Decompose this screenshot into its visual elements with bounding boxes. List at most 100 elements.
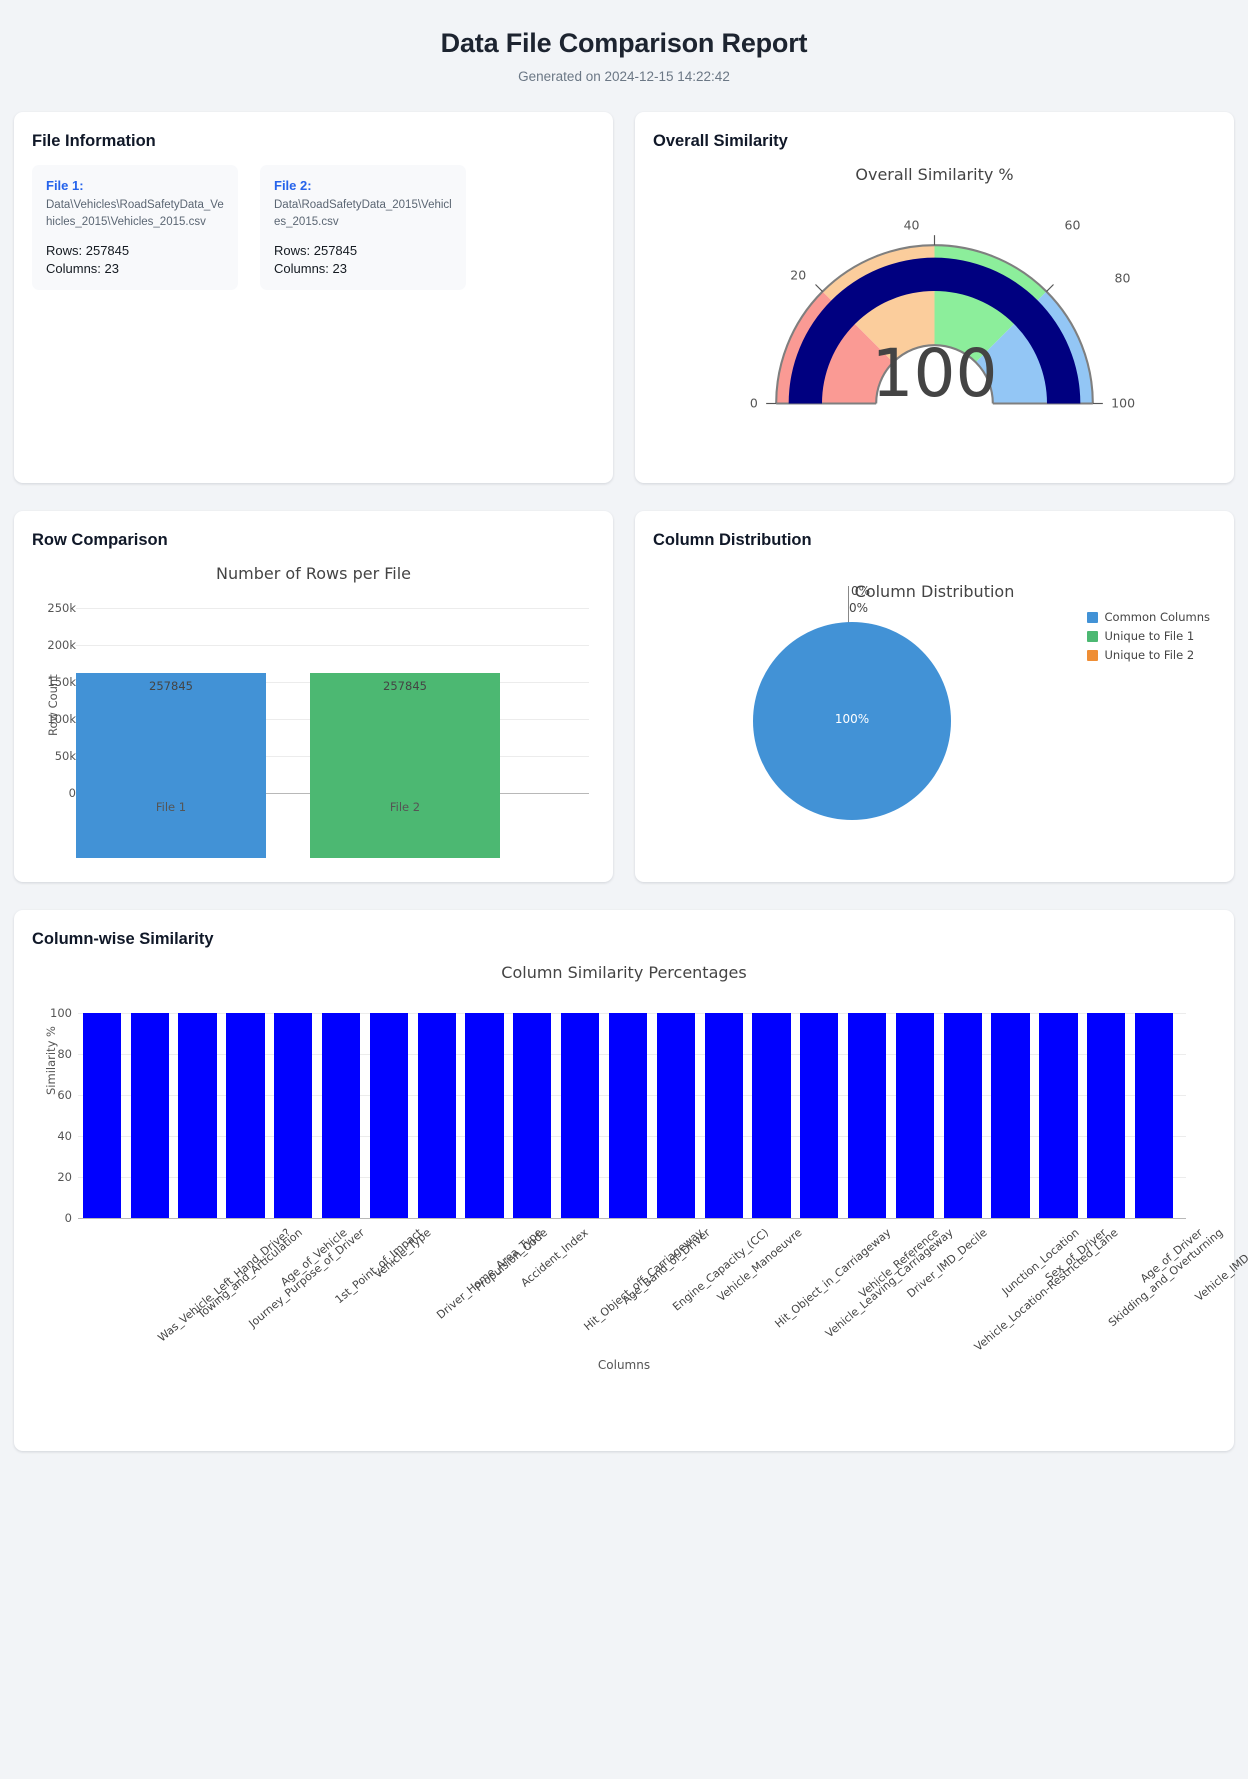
legend-item-unique-file2[interactable]: Unique to File 2	[1086, 648, 1210, 662]
file-1-columns: Columns: 23	[46, 261, 119, 277]
file-information-title: File Information	[32, 132, 156, 150]
row-2: Row Comparison Number of Rows per File R…	[14, 511, 1234, 882]
cs-ytick-20: 20	[57, 1170, 72, 1184]
file-information-card: File Information File 1: Data\Vehicles\R…	[14, 112, 613, 483]
file-2-stats: Rows: 257845 Columns: 23	[274, 243, 452, 276]
pie-legend: Common Columns Unique to File 1 Unique t…	[1086, 610, 1210, 667]
cs-ytick-0: 0	[64, 1211, 72, 1225]
file-box-1: File 1: Data\Vehicles\RoadSafetyData_Veh…	[32, 165, 238, 291]
cs-bar	[608, 1013, 648, 1218]
cs-bar	[465, 1013, 504, 1218]
column-distribution-chart: Column Distribution 0% 0% 100% Common Co…	[653, 564, 1216, 864]
rows-bar-file2-value: 257845	[383, 679, 427, 693]
rows-ytick-150k: 150k	[47, 675, 76, 689]
overall-similarity-title: Overall Similarity	[653, 132, 788, 150]
file-1-rows: Rows: 257845	[46, 243, 130, 259]
cs-bar	[895, 1013, 935, 1218]
rows-plot-area: Row Count 0 50k 100k 150k 200k 250k 2578…	[32, 601, 595, 858]
gauge-chart-title: Overall Similarity %	[855, 165, 1014, 184]
column-distribution-card: Column Distribution Column Distribution …	[635, 511, 1234, 882]
cs-bar	[274, 1013, 313, 1218]
cs-bar	[656, 1013, 695, 1218]
rows-ytick-0: 0	[68, 786, 76, 800]
rows-bar-file1: 257845	[76, 673, 266, 858]
cs-xtick-label: Vehicle_Leaving_Carriageway	[823, 1226, 957, 1341]
rows-bar-file2: 257845	[310, 673, 500, 858]
cs-bar	[1039, 1013, 1078, 1218]
cs-bar	[369, 1013, 408, 1218]
gauge-value-readout: 100	[871, 335, 998, 412]
cs-ytick-80: 80	[57, 1047, 72, 1061]
file-2-path: Data\RoadSafetyData_2015\Vehicles_2015.c…	[274, 199, 452, 228]
file-2-columns: Columns: 23	[274, 261, 347, 277]
cs-xtick-label: Journey_Purpose_of_Driver	[245, 1226, 367, 1331]
overall-similarity-gauge: Overall Similarity % 0 20 40 60 80 100 1…	[653, 165, 1216, 465]
cs-chart-title: Column Similarity Percentages	[501, 963, 747, 982]
pie-zero-label-unique-file2: 0%	[849, 601, 869, 615]
file-information-body: File 1: Data\Vehicles\RoadSafetyData_Veh…	[32, 165, 595, 465]
rows-xtick-file1: File 1	[155, 800, 187, 814]
cs-xtick-label: Vehicle_Reference	[856, 1226, 942, 1301]
cs-ytick-60: 60	[57, 1088, 72, 1102]
legend-item-unique-file1[interactable]: Unique to File 1	[1086, 629, 1210, 643]
file-1-label: File 1:	[46, 178, 84, 193]
row-comparison-card: Row Comparison Number of Rows per File R…	[14, 511, 613, 882]
rows-ytick-50k: 50k	[54, 749, 76, 763]
legend-swatch-unique-file2	[1086, 649, 1098, 661]
cs-bar	[752, 1013, 791, 1218]
legend-swatch-common-columns	[1086, 611, 1098, 623]
cs-bar	[226, 1013, 265, 1218]
rows-bar-file1-value: 257845	[149, 679, 193, 693]
legend-label-unique-file2: Unique to File 2	[1104, 648, 1195, 662]
overall-similarity-card: Overall Similarity Overall Similarity %	[635, 112, 1234, 483]
cs-xtick-label: Propulsion_Code	[471, 1226, 550, 1295]
cs-bar	[417, 1013, 456, 1218]
rows-chart-title: Number of Rows per File	[216, 564, 411, 583]
row-1: File Information File 1: Data\Vehicles\R…	[14, 112, 1234, 483]
rows-ytick-100k: 100k	[47, 712, 76, 726]
pie-chart-title: Column Distribution	[854, 582, 1015, 601]
cs-bar	[178, 1013, 217, 1218]
cs-xtick-label: Skidding_and_Overturning	[1106, 1226, 1226, 1330]
cs-bar	[1087, 1013, 1126, 1218]
file-1-stats: Rows: 257845 Columns: 23	[46, 243, 224, 276]
legend-item-common-columns[interactable]: Common Columns	[1086, 610, 1210, 624]
file-2-rows: Rows: 257845	[274, 243, 358, 259]
pie-slice-common-columns: 100%	[753, 622, 951, 820]
gauge-tick-80: 80	[1115, 271, 1131, 286]
row-comparison-title: Row Comparison	[32, 531, 168, 549]
pie-zero-label-unique-file1: 0%	[851, 584, 871, 598]
file-boxes: File 1: Data\Vehicles\RoadSafetyData_Veh…	[32, 165, 595, 291]
cs-ytick-40: 40	[57, 1129, 72, 1143]
rows-ytick-250k: 250k	[47, 601, 76, 615]
file-2-label: File 2:	[274, 178, 312, 193]
legend-label-common-columns: Common Columns	[1104, 610, 1210, 624]
rows-ytick-200k: 200k	[47, 638, 76, 652]
cs-xtick-label: Vehicle_Location-Restricted_Lane	[971, 1226, 1121, 1354]
cs-ytick-100: 100	[50, 1006, 72, 1020]
row-3: Column-wise Similarity Column Similarity…	[14, 910, 1248, 1451]
gauge-tick-60: 60	[1065, 217, 1081, 232]
pie-title-row: Column Distribution	[653, 582, 1216, 602]
cs-bar	[943, 1013, 982, 1218]
pie-leader-line	[848, 586, 849, 624]
file-box-2: File 2: Data\RoadSafetyData_2015\Vehicle…	[260, 165, 466, 291]
legend-swatch-unique-file1	[1086, 630, 1098, 642]
row-comparison-chart: Number of Rows per File Row Count 0 50k …	[32, 564, 595, 864]
cs-xaxis-title: Columns	[597, 1358, 651, 1372]
generated-timestamp: Generated on 2024-12-15 14:22:42	[518, 69, 730, 84]
column-similarity-chart: Column Similarity Percentages Similarity…	[32, 963, 1248, 1433]
cs-bar	[321, 1013, 361, 1218]
cs-bar	[991, 1013, 1030, 1218]
cs-bar	[561, 1013, 600, 1218]
gauge-tick-20: 20	[790, 267, 806, 282]
column-similarity-title: Column-wise Similarity	[32, 930, 214, 948]
cs-bar	[1134, 1013, 1174, 1218]
gauge-tick-40: 40	[904, 217, 920, 232]
rows-y-ticks: 0 50k 100k 150k 200k 250k	[32, 601, 76, 800]
cs-plot-area	[78, 1013, 1186, 1219]
page-title: Data File Comparison Report	[440, 28, 808, 58]
pie-label-common-columns: 100%	[834, 712, 870, 726]
cs-bar	[848, 1013, 887, 1218]
cs-bar	[800, 1013, 839, 1218]
